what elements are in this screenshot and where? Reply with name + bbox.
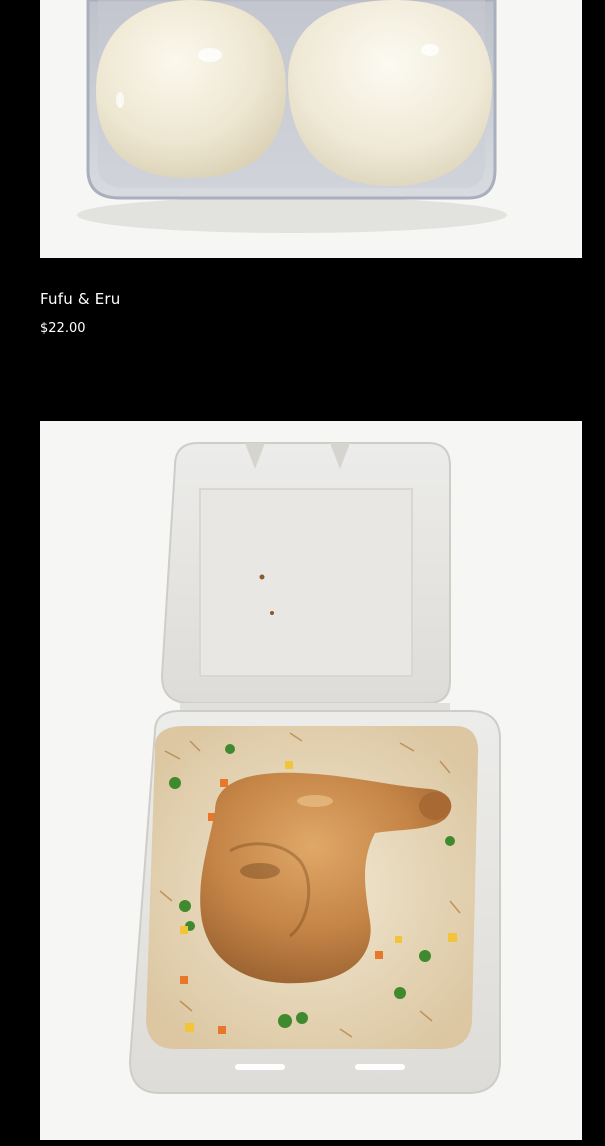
product-card	[40, 421, 582, 1140]
product-title[interactable]: Fufu & Eru	[40, 290, 121, 308]
product-price: $22.00	[40, 321, 86, 336]
product-image-fufu[interactable]	[40, 0, 582, 258]
fufu-balls-photo-icon	[40, 0, 582, 258]
product-image-chicken-rice[interactable]	[40, 421, 582, 1140]
chicken-rice-takeout-photo-icon	[40, 421, 582, 1140]
product-card: Fufu & Eru $22.00	[40, 0, 582, 336]
